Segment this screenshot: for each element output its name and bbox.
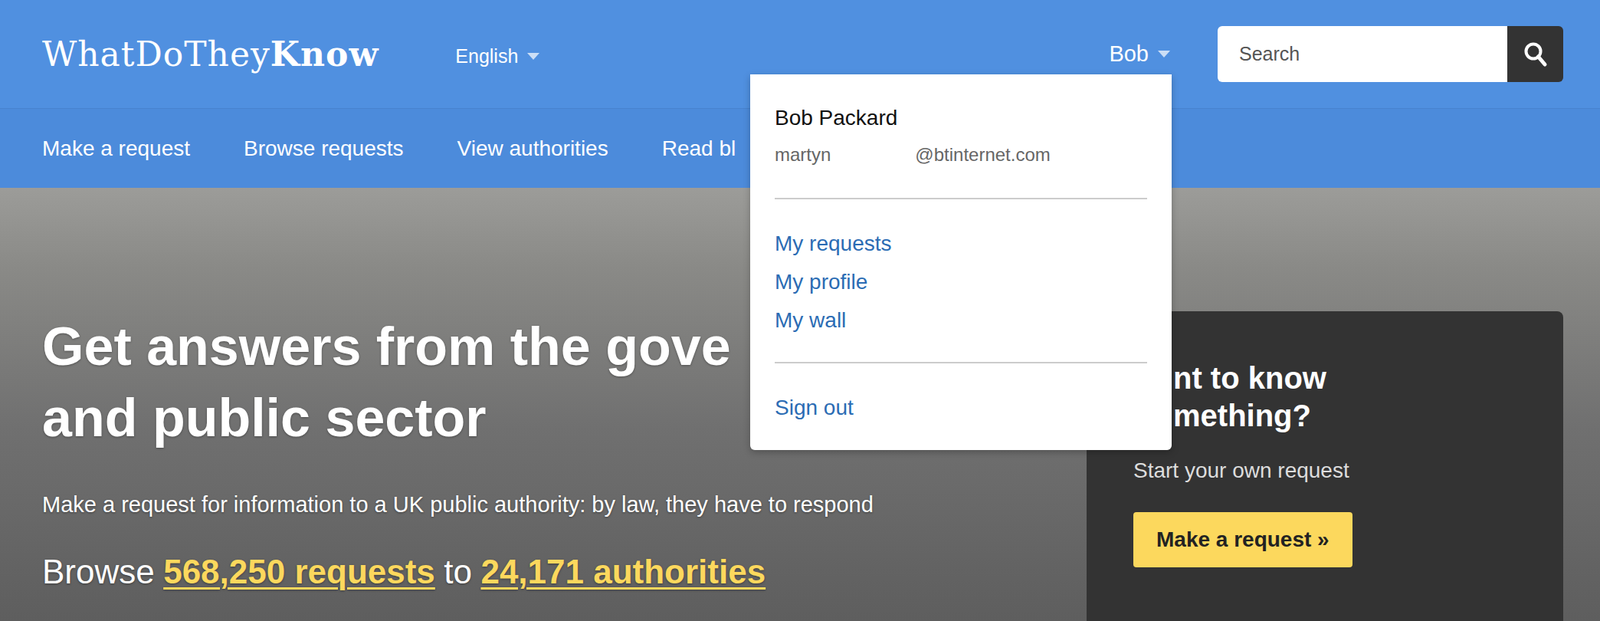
search	[1217, 26, 1564, 82]
menu-links: My requestsMy profileMy wall	[774, 224, 1148, 340]
nav-item[interactable]: Browse requests	[243, 136, 404, 161]
user-menu: Bob Packard martyn@btinternet.com My reque…	[750, 74, 1172, 450]
user-name: Bob	[1108, 41, 1149, 67]
menu-link[interactable]: My requests	[774, 224, 1148, 263]
menu-user-name: Bob Packard	[774, 104, 1148, 132]
search-input[interactable]	[1217, 26, 1508, 82]
hero-subtitle: Make a request for information to a UK p…	[42, 488, 874, 520]
redaction	[830, 142, 915, 168]
hero-heading: Get answers from the goveand public sect…	[42, 311, 874, 454]
page: WhatDoTheyKnow English Bob Make a request Br…	[0, 0, 1600, 621]
menu-divider	[774, 197, 1148, 200]
nav-item[interactable]: Make a request	[42, 136, 191, 161]
sign-out-link[interactable]: Sign out	[774, 388, 1148, 427]
hero-main: Get answers from the goveand public sect…	[42, 311, 874, 594]
search-button[interactable]	[1507, 26, 1564, 82]
caret-icon	[1157, 50, 1171, 58]
menu-email: martyn@btinternet.com	[774, 142, 1148, 168]
logo[interactable]: WhatDoTheyKnow	[42, 34, 379, 74]
requests-link[interactable]: 568,250 requests	[163, 552, 436, 591]
language-selector[interactable]: English	[455, 40, 540, 68]
make-request-button[interactable]: Make a request »	[1133, 511, 1353, 568]
logo-bold: Know	[270, 34, 379, 74]
nav-item[interactable]: View authorities	[457, 136, 609, 161]
authorities-link[interactable]: 24,171 authorities	[480, 552, 766, 591]
menu-link[interactable]: My wall	[774, 301, 1148, 340]
menu-divider	[774, 361, 1148, 364]
menu-link[interactable]: My profile	[774, 262, 1148, 302]
logo-light: WhatDoThey	[42, 34, 271, 74]
user-toggle[interactable]: Bob	[1108, 41, 1171, 67]
cta-text: Start your own request	[1133, 456, 1533, 485]
cta-heading: nt to knowmething?	[1133, 359, 1533, 435]
language-label: English	[455, 45, 519, 68]
caret-icon	[527, 52, 540, 60]
magnifier-icon	[1521, 40, 1550, 69]
nav-item[interactable]: Read bl	[662, 136, 737, 161]
browse-line: Browse568,250 requeststo24,171 authoriti…	[42, 550, 874, 594]
